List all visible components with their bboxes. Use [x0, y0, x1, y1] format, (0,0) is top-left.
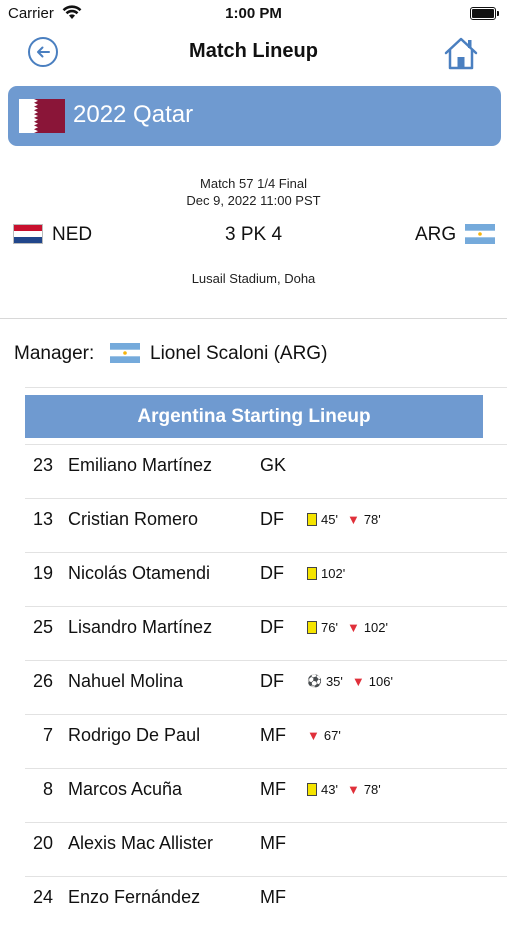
event-minute: 35'	[325, 674, 343, 689]
player-position: MF	[260, 833, 286, 853]
player-name: Enzo Fernández	[68, 887, 201, 907]
match-event: ⚽ 35'	[307, 674, 343, 689]
player-events: ▼ 67'	[307, 728, 350, 743]
match-event: 45'	[307, 512, 338, 527]
event-minute: 45'	[321, 512, 338, 527]
event-minute: 78'	[363, 782, 381, 797]
player-position: DF	[260, 617, 284, 637]
player-position: GK	[260, 455, 287, 475]
match-event: 102'	[307, 566, 345, 581]
argentina-flag-icon	[110, 343, 140, 363]
status-time: 1:00 PM	[225, 5, 282, 22]
player-name: Alexis Mac Allister	[68, 833, 214, 853]
player-number: 26	[32, 671, 53, 691]
player-number: 23	[32, 455, 53, 475]
lineup-header: Argentina Starting Lineup	[25, 395, 483, 438]
match-event: ▼ 78'	[347, 512, 381, 527]
match-datetime: Dec 9, 2022 11:00 PST	[186, 193, 321, 208]
player-list[interactable]: 23 Emiliano Martínez GK 13 Cristian Romero DF…	[25, 444, 507, 930]
player-events: ⚽ 35' ▼ 106'	[307, 674, 402, 689]
player-position: MF	[260, 725, 286, 745]
player-name: Lisandro Martínez	[68, 617, 213, 637]
player-number: 8	[42, 779, 53, 799]
player-events: 102'	[307, 566, 354, 581]
player-number: 7	[42, 725, 53, 745]
player-number: 19	[32, 563, 53, 583]
player-number: 24	[32, 887, 53, 907]
event-minute: 106'	[368, 674, 393, 689]
yellow-card-icon	[307, 783, 317, 796]
manager-name: Lionel Scaloni (ARG)	[150, 343, 328, 364]
player-row[interactable]: 7 Rodrigo De Paul MF ▼ 67'	[25, 714, 507, 768]
match-event: 76'	[307, 620, 338, 635]
player-row[interactable]: 26 Nahuel Molina DF ⚽ 35' ▼ 106'	[25, 660, 507, 714]
player-events: 45' ▼ 78'	[307, 512, 390, 527]
player-position: DF	[260, 671, 284, 691]
tournament-banner[interactable]: 2022 Qatar	[8, 86, 501, 146]
player-position: MF	[260, 887, 286, 907]
home-icon[interactable]	[442, 35, 480, 71]
divider	[0, 318, 507, 319]
player-position: DF	[260, 563, 284, 583]
away-team-code: ARG	[415, 224, 457, 245]
match-event: ▼ 106'	[352, 674, 393, 689]
tournament-title: 2022 Qatar	[73, 101, 194, 128]
divider	[25, 387, 507, 388]
player-number: 25	[32, 617, 53, 637]
yellow-card-icon	[307, 621, 317, 634]
venue: Lusail Stadium, Doha	[191, 271, 316, 286]
manager-label: Manager:	[14, 343, 95, 364]
player-row[interactable]: 20 Alexis Mac Allister MF	[25, 822, 507, 876]
event-minute: 43'	[321, 782, 338, 797]
event-minute: 67'	[323, 728, 341, 743]
player-name: Rodrigo De Paul	[68, 725, 201, 745]
sub-out-arrow-icon: ▼	[346, 512, 360, 527]
sub-out-arrow-icon: ▼	[346, 782, 360, 797]
sub-out-arrow-icon: ▼	[346, 620, 360, 635]
match-event: ▼ 78'	[347, 782, 381, 797]
player-position: DF	[260, 509, 284, 529]
player-row[interactable]: 8 Marcos Acuña MF 43' ▼ 78'	[25, 768, 507, 822]
match-round: Match 57 1/4 Final	[200, 176, 307, 191]
sub-out-arrow-icon: ▼	[351, 674, 365, 689]
match-event: ▼ 102'	[347, 620, 388, 635]
yellow-card-icon	[307, 513, 317, 526]
player-events: 76' ▼ 102'	[307, 620, 397, 635]
player-row[interactable]: 24 Enzo Fernández MF	[25, 876, 507, 930]
event-minute: 102'	[363, 620, 388, 635]
player-events: 43' ▼ 78'	[307, 782, 390, 797]
player-name: Emiliano Martínez	[68, 455, 213, 475]
player-position: MF	[260, 779, 286, 799]
sub-out-arrow-icon: ▼	[307, 728, 320, 743]
event-minute: 76'	[321, 620, 338, 635]
soccer-ball-icon: ⚽	[307, 674, 322, 688]
player-row[interactable]: 25 Lisandro Martínez DF 76' ▼ 102'	[25, 606, 507, 660]
player-row[interactable]: 23 Emiliano Martínez GK	[25, 444, 507, 498]
argentina-flag-icon	[465, 224, 495, 244]
player-row[interactable]: 19 Nicolás Otamendi DF 102'	[25, 552, 507, 606]
qatar-flag-icon	[19, 99, 65, 133]
event-minute: 78'	[363, 512, 381, 527]
page-title: Match Lineup	[189, 40, 318, 62]
battery-icon	[470, 7, 499, 20]
status-bar: Carrier 1:00 PM	[0, 0, 507, 28]
match-event: ▼ 67'	[307, 728, 341, 743]
player-name: Cristian Romero	[68, 509, 199, 529]
player-row[interactable]: 13 Cristian Romero DF 45' ▼ 78'	[25, 498, 507, 552]
player-name: Nicolás Otamendi	[68, 563, 211, 583]
yellow-card-icon	[307, 567, 317, 580]
match-event: 43'	[307, 782, 338, 797]
player-name: Nahuel Molina	[68, 671, 184, 691]
player-name: Marcos Acuña	[68, 779, 183, 799]
event-minute: 102'	[321, 566, 346, 581]
player-number: 13	[32, 509, 53, 529]
player-number: 20	[32, 833, 53, 853]
